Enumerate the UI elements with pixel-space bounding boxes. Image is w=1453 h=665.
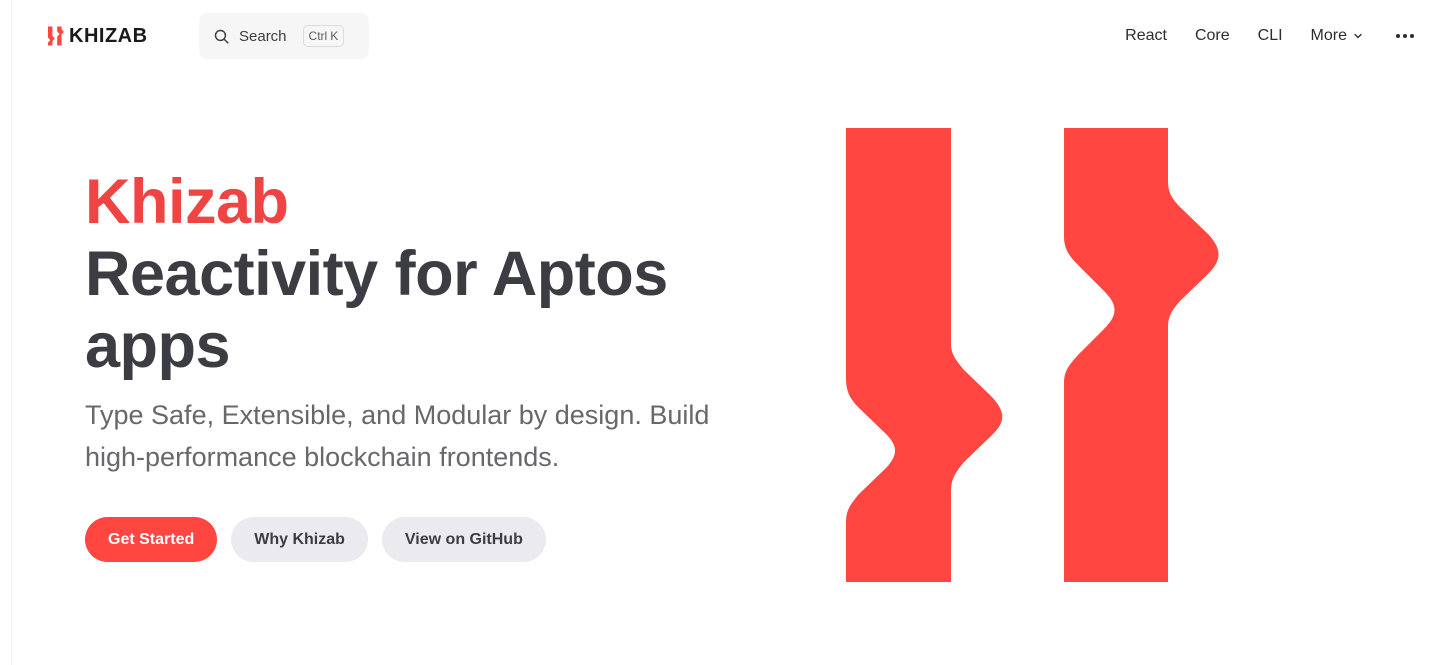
nav-more-label: More [1310, 27, 1347, 44]
top-nav-menu: React Core CLI More [1097, 24, 1415, 48]
hero-actions: Get Started Why Khizab View on GitHub [85, 517, 546, 562]
search-label: Search [239, 27, 287, 45]
nav-link-cli[interactable]: CLI [1258, 27, 1283, 45]
chevron-down-icon [1354, 33, 1362, 39]
search-button[interactable]: Search Ctrl K [199, 13, 369, 59]
khizab-logo-icon [48, 26, 64, 46]
logo-left-stroke [846, 128, 1003, 582]
search-icon [214, 29, 229, 44]
search-shortcut-badge: Ctrl K [302, 25, 345, 47]
shortcut-modifier: Ctrl [308, 29, 328, 43]
nav-link-react[interactable]: React [1125, 27, 1167, 45]
hero-description: Type Safe, Extensible, and Modular by de… [85, 400, 710, 472]
brand-logo-link[interactable]: KHIZAB [48, 24, 148, 48]
nav-link-core[interactable]: Core [1195, 27, 1230, 45]
nav-dropdown-more[interactable]: More [1311, 27, 1363, 45]
why-khizab-button[interactable]: Why Khizab [231, 517, 368, 562]
hero-heading: Khizab Reactivity for Aptos apps [85, 166, 765, 382]
shortcut-key: K [330, 29, 339, 43]
top-navbar: KHIZAB Search Ctrl K React Core CLI More [12, 0, 1453, 70]
sidebar-edge [0, 0, 12, 665]
hero-tagline: Reactivity for Aptos apps [85, 239, 668, 381]
hero-brand-name: Khizab [85, 167, 289, 237]
logo-right-stroke [1064, 128, 1219, 582]
ellipsis-icon[interactable] [1395, 33, 1415, 39]
hero-section: Khizab Reactivity for Aptos apps Type Sa… [85, 166, 765, 478]
hero-logo-illustration [846, 128, 1219, 582]
get-started-button[interactable]: Get Started [85, 517, 218, 562]
view-on-github-button[interactable]: View on GitHub [381, 517, 546, 562]
brand-name: KHIZAB [69, 24, 148, 47]
